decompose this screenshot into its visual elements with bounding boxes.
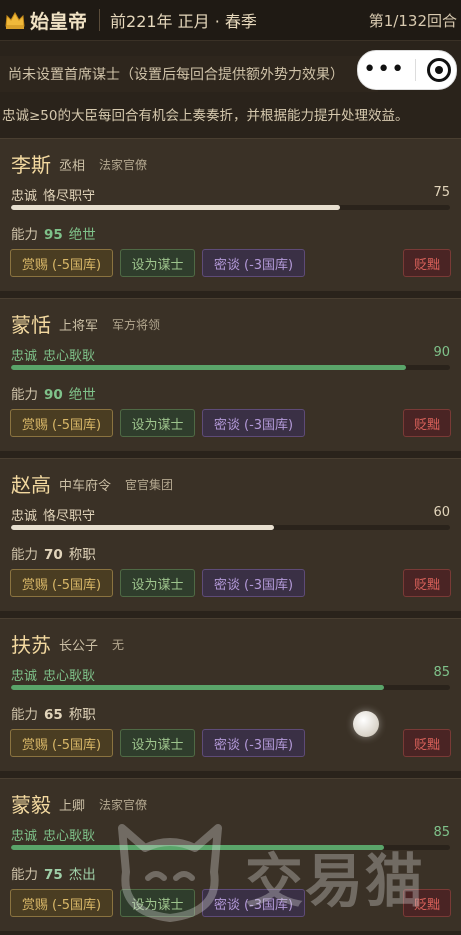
- loyalty-bar: [11, 205, 450, 210]
- loyalty-line: 忠诚 忠心耿耿: [11, 825, 95, 844]
- secret-talk-button[interactable]: 密谈 (-3国库): [202, 729, 305, 757]
- minister-title: 上将军: [59, 319, 99, 334]
- loyalty-bar-fill: [11, 205, 341, 210]
- demote-button[interactable]: 贬黜: [403, 569, 451, 597]
- loyalty-label: 忠诚: [11, 669, 38, 684]
- ability-desc: 称职: [68, 547, 96, 563]
- ability-desc: 称职: [68, 707, 96, 723]
- minister-name: 扶苏: [11, 633, 51, 657]
- loyalty-value: 85: [433, 665, 450, 680]
- loyalty-bar: [11, 365, 450, 370]
- game-date: 前221年 正月 · 春季: [110, 12, 257, 31]
- demote-button[interactable]: 贬黜: [403, 409, 451, 437]
- minister-name: 蒙毅: [11, 793, 51, 817]
- header-divider: [99, 9, 101, 31]
- loyalty-line: 忠诚 忠心耿耿: [11, 345, 95, 364]
- loyalty-label: 忠诚: [11, 829, 38, 844]
- round-counter: 第1/132回合: [368, 11, 457, 30]
- secret-talk-button[interactable]: 密谈 (-3国库): [202, 409, 305, 437]
- minister-card: 李斯 丞相 法家官僚 忠诚 恪尽职守 75 能力 95 绝世 赏赐 (-5国库) 设为…: [0, 138, 461, 291]
- crown-icon: [5, 11, 25, 29]
- reward-button[interactable]: 赏赐 (-5国库): [10, 889, 113, 917]
- chief-advisor-status[interactable]: 尚未设置首席谋士（设置后每回合提供额外势力效果）: [0, 56, 378, 92]
- loyalty-line: 忠诚 忠心耿耿: [11, 665, 95, 684]
- reward-button[interactable]: 赏赐 (-5国库): [10, 729, 113, 757]
- ability-value: 95: [44, 227, 63, 243]
- close-target-icon[interactable]: [426, 58, 451, 82]
- set-advisor-button[interactable]: 设为谋士: [120, 249, 195, 277]
- watermark-text: 交易猫: [245, 847, 426, 915]
- loyalty-label: 忠诚: [11, 189, 38, 204]
- minister-title: 长公子: [59, 639, 99, 654]
- ability-label: 能力: [11, 227, 38, 243]
- reward-button[interactable]: 赏赐 (-5国库): [10, 409, 113, 437]
- minister-name: 李斯: [11, 153, 51, 177]
- cat-logo-icon: [118, 824, 222, 922]
- floating-ball-icon[interactable]: [353, 711, 379, 737]
- ability-desc: 绝世: [68, 387, 96, 403]
- ability-desc: 杰出: [68, 867, 96, 883]
- secret-talk-button[interactable]: 密谈 (-3国库): [202, 569, 305, 597]
- ability-line: 能力 75 杰出: [11, 863, 96, 883]
- secret-talk-button[interactable]: 密谈 (-3国库): [202, 249, 305, 277]
- loyalty-desc: 忠心耿耿: [43, 669, 96, 684]
- top-bar: 始皇帝 前221年 正月 · 春季 第1/132回合: [0, 0, 461, 41]
- loyalty-value: 75: [433, 185, 450, 200]
- game-title: 始皇帝: [30, 10, 88, 33]
- loyalty-bar: [11, 685, 450, 690]
- loyalty-line: 忠诚 恪尽职守: [11, 505, 95, 524]
- loyalty-value: 60: [433, 505, 450, 520]
- loyalty-value: 90: [433, 345, 450, 360]
- set-advisor-button[interactable]: 设为谋士: [120, 569, 195, 597]
- minister-title: 中车府令: [59, 479, 112, 494]
- reward-button[interactable]: 赏赐 (-5国库): [10, 249, 113, 277]
- reward-button[interactable]: 赏赐 (-5国库): [10, 569, 113, 597]
- minister-faction: 宦官集团: [125, 478, 174, 492]
- loyalty-label: 忠诚: [11, 509, 38, 524]
- ability-line: 能力 70 称职: [11, 543, 96, 563]
- ability-value: 70: [44, 547, 63, 563]
- minister-card: 赵高 中车府令 宦官集团 忠诚 恪尽职守 60 能力 70 称职 赏赐 (-5国库) …: [0, 458, 461, 611]
- court-info-text: 忠诚≥50的大臣每回合有机会上奏奏折，并根据能力提升处理效益。: [2, 108, 409, 124]
- loyalty-bar-fill: [11, 685, 385, 690]
- loyalty-line: 忠诚 恪尽职守: [11, 185, 95, 204]
- loyalty-bar: [11, 525, 450, 530]
- ability-label: 能力: [11, 547, 38, 563]
- ability-line: 能力 65 称职: [11, 703, 96, 723]
- loyalty-bar-fill: [11, 525, 275, 530]
- minister-card: 蒙恬 上将军 军方将领 忠诚 忠心耿耿 90 能力 90 绝世 赏赐 (-5国库) 设…: [0, 298, 461, 451]
- demote-button[interactable]: 贬黜: [403, 249, 451, 277]
- loyalty-desc: 忠心耿耿: [43, 829, 96, 844]
- loyalty-desc: 忠心耿耿: [43, 349, 96, 364]
- demote-button[interactable]: 贬黜: [403, 729, 451, 757]
- minister-faction: 无: [112, 638, 125, 652]
- loyalty-desc: 恪尽职守: [43, 189, 96, 204]
- loyalty-bar-fill: [11, 365, 407, 370]
- minister-faction: 法家官僚: [99, 158, 148, 172]
- miniprogram-capsule: •••: [357, 50, 457, 90]
- set-advisor-button[interactable]: 设为谋士: [120, 729, 195, 757]
- ability-value: 75: [44, 867, 63, 883]
- watermark: 交易猫: [110, 808, 440, 928]
- minister-name: 赵高: [11, 473, 51, 497]
- minister-name: 蒙恬: [11, 313, 51, 337]
- set-advisor-button[interactable]: 设为谋士: [120, 409, 195, 437]
- ability-label: 能力: [11, 707, 38, 723]
- minister-card: 扶苏 长公子 无 忠诚 忠心耿耿 85 能力 65 称职 赏赐 (-5国库) 设为谋士…: [0, 618, 461, 771]
- ability-label: 能力: [11, 387, 38, 403]
- minister-faction: 军方将领: [112, 318, 161, 332]
- ability-value: 90: [44, 387, 63, 403]
- capsule-divider: [415, 59, 417, 81]
- ability-line: 能力 90 绝世: [11, 383, 96, 403]
- ability-line: 能力 95 绝世: [11, 223, 96, 243]
- ability-value: 65: [44, 707, 63, 723]
- loyalty-desc: 恪尽职守: [43, 509, 96, 524]
- ability-label: 能力: [11, 867, 38, 883]
- minister-title: 丞相: [59, 159, 86, 174]
- ability-desc: 绝世: [68, 227, 96, 243]
- minister-title: 上卿: [59, 799, 86, 814]
- more-dots-icon[interactable]: •••: [363, 59, 405, 81]
- loyalty-label: 忠诚: [11, 349, 38, 364]
